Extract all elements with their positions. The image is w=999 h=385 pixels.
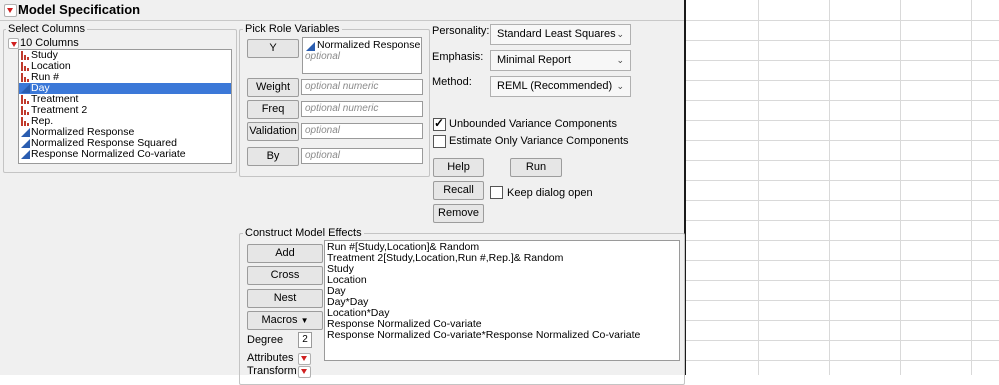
emphasis-value: Minimal Report bbox=[497, 54, 571, 66]
estimate-only-checkbox[interactable] bbox=[433, 135, 446, 148]
nest-effect-button[interactable]: Nest bbox=[247, 289, 323, 308]
grid-line bbox=[686, 220, 999, 221]
spreadsheet-area bbox=[686, 0, 999, 375]
continuous-icon bbox=[21, 84, 30, 93]
remove-button[interactable]: Remove bbox=[433, 204, 484, 223]
grid-line bbox=[686, 280, 999, 281]
title-bar: Model Specification bbox=[0, 0, 684, 21]
model-effects-listbox[interactable]: Run #[Study,Location]& Random Treatment 2… bbox=[324, 240, 680, 361]
emphasis-label: Emphasis: bbox=[432, 51, 484, 63]
column-label: Response Normalized Co-variate bbox=[31, 148, 186, 160]
y-role-value: Normalized Response S bbox=[317, 39, 422, 51]
grid-line bbox=[686, 80, 999, 81]
help-button[interactable]: Help bbox=[433, 158, 484, 177]
nominal-icon bbox=[21, 62, 30, 71]
model-effect-item[interactable]: Location bbox=[325, 275, 679, 286]
nominal-icon bbox=[21, 51, 30, 60]
chevron-down-icon: ⌄ bbox=[616, 29, 624, 39]
transform-label: Transform bbox=[247, 365, 297, 377]
grid-line bbox=[686, 40, 999, 41]
personality-value: Standard Least Squares bbox=[497, 28, 616, 40]
method-label: Method: bbox=[432, 76, 472, 88]
red-triangle-menu-icon[interactable] bbox=[4, 4, 17, 17]
chevron-down-icon: ⌄ bbox=[616, 81, 624, 91]
grid-line bbox=[686, 140, 999, 141]
grid-line bbox=[686, 260, 999, 261]
method-dropdown[interactable]: REML (Recommended) ⌄ bbox=[490, 76, 631, 97]
cross-effect-button[interactable]: Cross bbox=[247, 266, 323, 285]
columns-listbox[interactable]: Study Location Run # Day Treatment Treatment … bbox=[18, 49, 232, 164]
keep-dialog-open-label: Keep dialog open bbox=[507, 187, 593, 199]
model-effect-item[interactable]: Day bbox=[325, 286, 679, 297]
unbounded-variance-checkbox[interactable] bbox=[433, 116, 446, 131]
grid-line bbox=[686, 120, 999, 121]
grid-line bbox=[686, 20, 999, 21]
grid-line bbox=[686, 300, 999, 301]
degree-label: Degree bbox=[247, 334, 284, 346]
validation-role-field[interactable]: optional bbox=[301, 123, 423, 139]
continuous-icon bbox=[21, 128, 30, 137]
by-role-button[interactable]: By bbox=[247, 147, 299, 166]
grid-line bbox=[900, 0, 901, 375]
nominal-icon bbox=[21, 117, 30, 126]
personality-label: Personality: bbox=[432, 25, 490, 37]
weight-role-field[interactable]: optional numeric bbox=[301, 79, 423, 95]
recall-button[interactable]: Recall bbox=[433, 181, 484, 200]
add-effect-button[interactable]: Add bbox=[247, 244, 323, 263]
macros-button[interactable]: Macros ▼ bbox=[247, 311, 323, 330]
model-effect-item[interactable]: Response Normalized Co-variate*Response … bbox=[325, 330, 679, 341]
grid-line bbox=[686, 160, 999, 161]
continuous-icon bbox=[21, 150, 30, 159]
column-count-label: 10 Columns bbox=[20, 37, 79, 49]
y-role-placeholder: optional bbox=[305, 51, 341, 62]
model-effect-item[interactable]: Study bbox=[325, 264, 679, 275]
construct-model-effects-label: Construct Model Effects bbox=[243, 227, 364, 239]
continuous-icon bbox=[306, 42, 315, 51]
grid-line bbox=[686, 180, 999, 181]
run-button[interactable]: Run bbox=[510, 158, 562, 177]
grid-line bbox=[686, 340, 999, 341]
grid-line bbox=[686, 240, 999, 241]
emphasis-dropdown[interactable]: Minimal Report ⌄ bbox=[490, 50, 631, 71]
grid-line bbox=[686, 200, 999, 201]
chevron-down-icon: ⌄ bbox=[616, 55, 624, 65]
column-item[interactable]: Run # bbox=[19, 72, 231, 83]
grid-line bbox=[686, 360, 999, 361]
column-item[interactable]: Response Normalized Co-variate bbox=[19, 149, 231, 160]
estimate-only-label: Estimate Only Variance Components bbox=[449, 135, 629, 147]
degree-field[interactable]: 2 bbox=[298, 332, 312, 348]
model-specification-dialog: Model Specification Select Columns 10 Co… bbox=[0, 0, 685, 385]
personality-dropdown[interactable]: Standard Least Squares ⌄ bbox=[490, 24, 631, 45]
validation-role-button[interactable]: Validation bbox=[247, 122, 299, 141]
weight-role-button[interactable]: Weight bbox=[247, 78, 299, 97]
macros-label: Macros bbox=[261, 314, 298, 326]
keep-dialog-open-checkbox[interactable] bbox=[490, 186, 503, 199]
freq-role-button[interactable]: Freq bbox=[247, 100, 299, 119]
dialog-title: Model Specification bbox=[18, 2, 141, 17]
caret-down-icon: ▼ bbox=[300, 316, 309, 325]
attributes-label: Attributes bbox=[247, 352, 294, 364]
grid-line bbox=[686, 320, 999, 321]
model-effect-item[interactable]: Treatment 2[Study,Location,Run #,Rep.]& … bbox=[325, 253, 679, 264]
grid-line bbox=[971, 0, 972, 375]
grid-line bbox=[829, 0, 830, 375]
unbounded-variance-label: Unbounded Variance Components bbox=[449, 118, 617, 130]
by-role-field[interactable]: optional bbox=[301, 148, 423, 164]
pick-role-label: Pick Role Variables bbox=[243, 23, 342, 35]
select-columns-label: Select Columns bbox=[6, 23, 88, 35]
nominal-icon bbox=[21, 95, 30, 104]
columns-menu-icon[interactable] bbox=[8, 38, 19, 49]
continuous-icon bbox=[21, 139, 30, 148]
y-role-box[interactable]: Normalized Response S optional bbox=[302, 37, 422, 74]
grid-line bbox=[758, 0, 759, 375]
nominal-icon bbox=[21, 73, 30, 82]
grid-line bbox=[686, 60, 999, 61]
y-role-button[interactable]: Y bbox=[247, 39, 299, 58]
freq-role-field[interactable]: optional numeric bbox=[301, 101, 423, 117]
transform-menu-icon[interactable] bbox=[298, 366, 311, 378]
grid-line bbox=[686, 100, 999, 101]
attributes-menu-icon[interactable] bbox=[298, 353, 311, 365]
method-value: REML (Recommended) bbox=[497, 80, 613, 92]
nominal-icon bbox=[21, 106, 30, 115]
